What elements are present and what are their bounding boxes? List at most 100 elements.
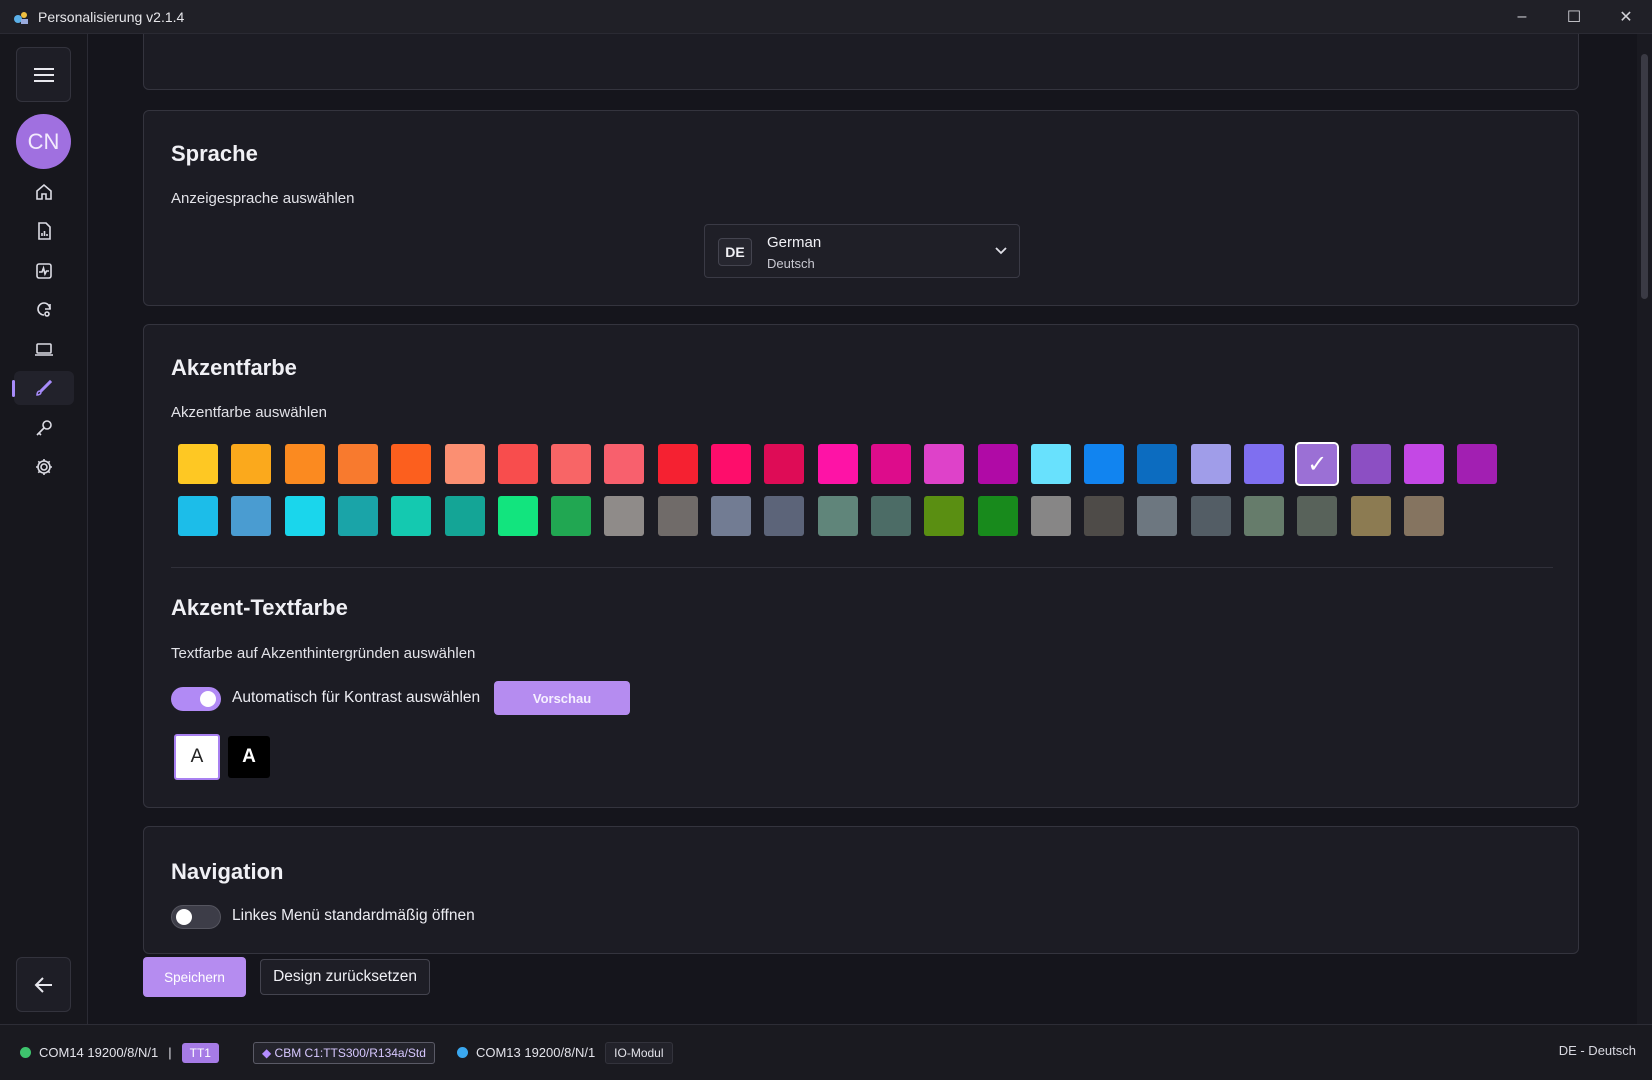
- device-profile-label: CBM C1:TTS300/R134a/Std: [274, 1045, 426, 1060]
- accent-swatch[interactable]: [231, 496, 272, 536]
- hamburger-icon: [33, 67, 54, 82]
- auto-contrast-toggle[interactable]: [171, 687, 221, 711]
- device-profile-badge[interactable]: ◆ CBM C1:TTS300/R134a/Std: [252, 1041, 435, 1064]
- accent-swatch[interactable]: [391, 496, 432, 536]
- accent-swatch[interactable]: [1244, 444, 1284, 484]
- accent-swatch[interactable]: [1403, 444, 1444, 484]
- accent-text-title: Akzent-Textfarbe: [171, 595, 348, 620]
- accent-swatch[interactable]: [711, 444, 751, 484]
- sidebar-item-home[interactable]: [14, 175, 74, 209]
- minimize-button[interactable]: –: [1496, 0, 1548, 34]
- accent-swatch[interactable]: [977, 444, 1018, 484]
- reset-design-button[interactable]: Design zurücksetzen: [260, 959, 430, 995]
- navigation-title: Navigation: [171, 859, 284, 884]
- avatar[interactable]: CN: [16, 114, 71, 169]
- io-module-tag[interactable]: IO-Modul: [605, 1041, 673, 1064]
- sidebar-item-activity[interactable]: [14, 254, 74, 288]
- accent-swatch[interactable]: [1084, 496, 1125, 536]
- activity-icon: [36, 263, 52, 279]
- left-menu-default-toggle[interactable]: [171, 905, 221, 929]
- accent-swatch[interactable]: [444, 444, 485, 484]
- status-language[interactable]: DE - Deutsch: [1559, 1043, 1636, 1058]
- chevron-down-icon: [995, 247, 1007, 255]
- accent-swatch[interactable]: [1137, 496, 1178, 536]
- accent-swatch[interactable]: [1137, 444, 1178, 484]
- accent-swatch[interactable]: [657, 496, 698, 536]
- text-color-white-option[interactable]: A: [174, 734, 220, 780]
- key-icon: [36, 420, 52, 436]
- accent-swatch[interactable]: [497, 444, 538, 484]
- status-bar: COM14 19200/8/N/1 | TT1 ◆ CBM C1:TTS300/…: [0, 1024, 1652, 1080]
- hamburger-menu-button[interactable]: [16, 47, 71, 102]
- save-button[interactable]: Speichern: [143, 957, 246, 997]
- accent-text-subtitle: Textfarbe auf Akzenthintergründen auswäh…: [171, 645, 476, 662]
- left-menu-default-label: Linkes Menü standardmäßig öffnen: [232, 907, 475, 924]
- accent-swatch[interactable]: [764, 444, 805, 484]
- preview-button[interactable]: Vorschau: [494, 681, 630, 715]
- accent-swatch[interactable]: [178, 444, 218, 484]
- language-subtitle: Anzeigesprache auswählen: [171, 190, 355, 207]
- previous-card: [143, 34, 1579, 90]
- accent-swatch[interactable]: [870, 496, 911, 536]
- accent-swatch[interactable]: [817, 444, 858, 484]
- accent-swatch[interactable]: [444, 496, 485, 536]
- accent-swatch[interactable]: [1084, 444, 1125, 484]
- accent-swatch[interactable]: [711, 496, 751, 536]
- accent-swatch-selected[interactable]: ✓: [1295, 442, 1340, 486]
- accent-swatch[interactable]: [1350, 444, 1391, 484]
- maximize-button[interactable]: ☐: [1548, 0, 1600, 34]
- accent-swatch[interactable]: [551, 496, 592, 536]
- accent-swatch[interactable]: [391, 444, 432, 484]
- vertical-scrollbar[interactable]: [1637, 34, 1652, 1024]
- accent-swatch[interactable]: [1030, 444, 1071, 484]
- device-tag[interactable]: TT1: [181, 1042, 219, 1063]
- accent-swatch[interactable]: [1244, 496, 1284, 536]
- accent-swatch[interactable]: [337, 444, 378, 484]
- language-code-badge: DE: [718, 238, 752, 266]
- scroll-thumb[interactable]: [1641, 54, 1648, 299]
- sidebar-item-devices[interactable]: [14, 332, 74, 366]
- accent-swatch[interactable]: [1030, 496, 1071, 536]
- port1-label: COM14 19200/8/N/1: [39, 1045, 159, 1060]
- accent-swatch[interactable]: [1403, 496, 1444, 536]
- sidebar-item-reports[interactable]: [14, 214, 74, 248]
- accent-swatch[interactable]: [604, 444, 645, 484]
- accent-swatch[interactable]: [870, 444, 911, 484]
- sidebar-item-personalization[interactable]: [12, 371, 74, 405]
- language-name: German: [767, 234, 822, 251]
- app-icon: [12, 8, 30, 26]
- accent-swatch[interactable]: [1350, 496, 1391, 536]
- accent-swatch[interactable]: [231, 444, 272, 484]
- accent-swatch[interactable]: [284, 496, 325, 536]
- sidebar-item-tools[interactable]: [14, 411, 74, 445]
- accent-swatch[interactable]: [1190, 444, 1231, 484]
- accent-swatch[interactable]: [657, 444, 698, 484]
- port2-status-dot: [456, 1047, 468, 1058]
- accent-swatch[interactable]: [497, 496, 538, 536]
- back-button[interactable]: [16, 957, 71, 1012]
- diamond-icon: ◆: [261, 1045, 275, 1060]
- arrow-left-icon: [34, 976, 52, 993]
- sidebar-item-settings[interactable]: [14, 450, 74, 484]
- accent-swatch[interactable]: [924, 496, 965, 536]
- accent-title: Akzentfarbe: [171, 355, 297, 380]
- accent-swatch[interactable]: [817, 496, 858, 536]
- accent-swatch[interactable]: [284, 444, 325, 484]
- accent-swatch[interactable]: [551, 444, 592, 484]
- accent-swatch[interactable]: [977, 496, 1018, 536]
- accent-swatch[interactable]: [1297, 496, 1338, 536]
- accent-swatch[interactable]: [178, 496, 218, 536]
- accent-swatch[interactable]: [924, 444, 965, 484]
- accent-swatch[interactable]: [1457, 444, 1498, 484]
- navigation-card: Navigation Linkes Menü standardmäßig öff…: [143, 826, 1579, 954]
- sidebar-item-diagnostics[interactable]: [14, 293, 74, 327]
- language-card: Sprache Anzeigesprache auswählen DE Germ…: [143, 110, 1579, 306]
- text-color-black-option[interactable]: A: [228, 736, 270, 778]
- accent-swatch[interactable]: [604, 496, 645, 536]
- accent-swatch[interactable]: [337, 496, 378, 536]
- close-button[interactable]: ✕: [1600, 0, 1652, 34]
- accent-swatch[interactable]: [1190, 496, 1231, 536]
- accent-swatch[interactable]: [764, 496, 805, 536]
- status-separator: |: [168, 1045, 172, 1060]
- language-select[interactable]: DE German Deutsch: [704, 224, 1020, 278]
